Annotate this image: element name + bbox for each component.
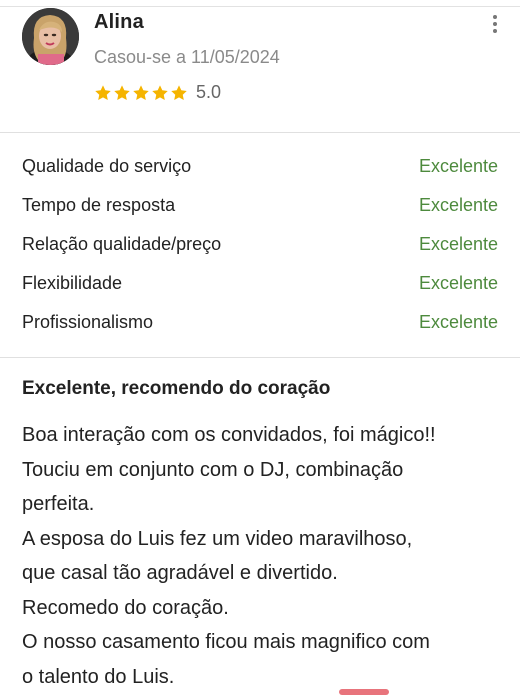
rating-value: 5.0	[196, 82, 222, 102]
criteria-label: Flexibilidade	[22, 273, 123, 293]
star-icon	[133, 84, 149, 100]
criteria-value: Excelente	[418, 312, 498, 332]
menu-dot	[493, 29, 497, 33]
star-rating	[94, 84, 188, 102]
criteria-value: Excelente	[418, 195, 498, 215]
criteria-list: Qualidade do serviço Excelente Tempo de …	[0, 148, 520, 343]
review-text-line: O nosso casamento ficou mais magnifico c…	[22, 631, 430, 653]
review-text-line: Recomedo do coração.	[22, 596, 229, 619]
review-card: Alina Casou-se a 11/05/2024 5.0 Qualidad…	[0, 0, 520, 699]
home-indicator[interactable]	[339, 689, 389, 695]
review-title: Excelente, recomendo do coração	[22, 378, 331, 399]
criteria-row-flexibility: Flexibilidade Excelente	[0, 265, 520, 304]
criteria-row-professionalism: Profissionalismo Excelente	[0, 304, 520, 343]
menu-dot	[493, 15, 497, 19]
review-text: Boa interação com os convidados, foi mág…	[22, 418, 502, 694]
more-vertical-icon[interactable]	[484, 12, 506, 36]
avatar[interactable]	[22, 8, 79, 65]
married-date: Casou-se a 11/05/2024	[94, 47, 280, 67]
star-icon	[152, 84, 168, 100]
author-name[interactable]: Alina	[94, 11, 144, 34]
star-icon	[114, 84, 130, 100]
review-text-line: que casal tão agradável e divertido.	[22, 562, 338, 584]
star-icon	[95, 84, 111, 100]
review-text-line: Boa interação com os convidados, foi mág…	[22, 424, 436, 446]
criteria-value: Excelente	[418, 234, 498, 254]
criteria-label: Tempo de resposta	[22, 195, 176, 215]
menu-dot	[493, 22, 497, 26]
review-text-line: o talento do Luis.	[22, 665, 175, 688]
criteria-row-value-for-money: Relação qualidade/preço Excelente	[0, 226, 520, 265]
criteria-label: Relação qualidade/preço	[22, 234, 222, 254]
criteria-row-response-time: Tempo de resposta Excelente	[0, 187, 520, 226]
criteria-row-quality: Qualidade do serviço Excelente	[0, 148, 520, 187]
review-text-line: perfeita.	[22, 493, 95, 515]
criteria-label: Qualidade do serviço	[22, 156, 192, 176]
review-header: Alina Casou-se a 11/05/2024 5.0	[0, 6, 520, 132]
review-text-line: A esposa do Luis fez um video maravilhos…	[22, 527, 413, 550]
criteria-value: Excelente	[418, 156, 498, 176]
criteria-divider	[0, 357, 520, 358]
criteria-value: Excelente	[418, 273, 498, 293]
review-text-line: Touciu em conjunto com o DJ, combinação	[22, 458, 404, 481]
header-divider	[0, 132, 520, 133]
avatar-photo	[22, 8, 79, 65]
star-icon	[171, 84, 187, 100]
rating: 5.0	[94, 82, 221, 103]
criteria-label: Profissionalismo	[22, 312, 154, 332]
